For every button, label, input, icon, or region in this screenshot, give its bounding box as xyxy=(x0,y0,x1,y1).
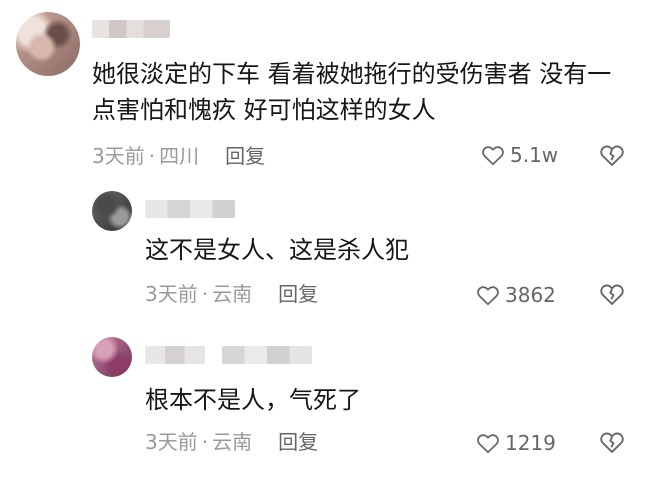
reply-button[interactable]: 回复 xyxy=(225,144,265,168)
heart-outline-icon xyxy=(477,434,499,454)
reply-time: 3天前 xyxy=(145,282,198,306)
broken-heart-icon[interactable] xyxy=(598,280,626,308)
reply-text: 这不是女人、这是杀人犯 xyxy=(145,236,409,264)
meta-separator: · xyxy=(148,144,156,168)
broken-heart-icon[interactable] xyxy=(598,428,626,456)
like-button[interactable]: 3862 xyxy=(475,282,556,308)
comment-meta: 3天前 · 四川 回复 xyxy=(92,144,265,168)
blurred-username[interactable] xyxy=(145,346,205,364)
reply-text: 根本不是人，气死了 xyxy=(145,386,361,414)
heart-outline-icon xyxy=(477,286,499,306)
reply-location: 云南 xyxy=(212,282,253,306)
avatar[interactable] xyxy=(92,191,132,231)
like-button[interactable]: 5.1w xyxy=(480,142,558,168)
meta-separator: · xyxy=(201,282,209,306)
comment-location: 四川 xyxy=(159,144,200,168)
reply-button[interactable]: 回复 xyxy=(278,430,318,454)
avatar[interactable] xyxy=(92,337,132,377)
broken-heart-icon[interactable] xyxy=(598,141,626,169)
avatar[interactable] xyxy=(16,12,80,76)
heart-outline-icon xyxy=(482,146,504,166)
reply-meta: 3天前 · 云南 回复 xyxy=(145,430,318,454)
meta-separator: · xyxy=(201,430,209,454)
reply-time: 3天前 xyxy=(145,430,198,454)
comment-time: 3天前 xyxy=(92,144,145,168)
reply-location: 云南 xyxy=(212,430,253,454)
reply-button[interactable]: 回复 xyxy=(278,282,318,306)
blurred-username[interactable] xyxy=(92,20,170,38)
blurred-username[interactable] xyxy=(222,346,312,364)
like-count: 1219 xyxy=(505,431,556,455)
like-count: 3862 xyxy=(505,283,556,307)
like-count: 5.1w xyxy=(510,143,559,167)
comment-text: 她很淡定的下车 看着被她拖行的受伤害者 没有一点害怕和愧疚 好可怕这样的女人 xyxy=(92,60,612,124)
like-button[interactable]: 1219 xyxy=(475,430,556,456)
reply-meta: 3天前 · 云南 回复 xyxy=(145,282,318,306)
blurred-username[interactable] xyxy=(145,200,235,218)
